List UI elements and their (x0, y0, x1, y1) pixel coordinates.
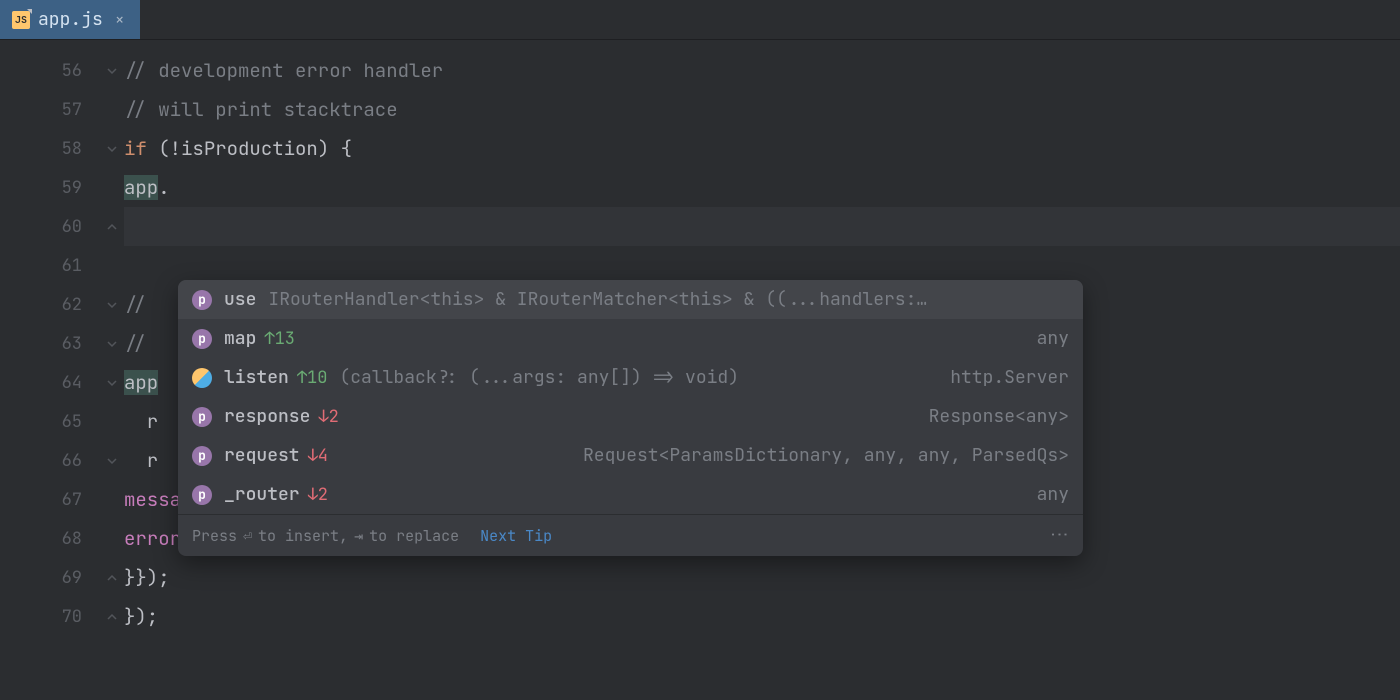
fold-handle[interactable] (100, 597, 124, 636)
line-number: 56 (0, 51, 100, 90)
fold-handle[interactable] (100, 129, 124, 168)
enter-key-icon: ⏎ (243, 527, 252, 545)
code-text: (!isProduction) { (147, 136, 352, 161)
line-number: 62 (0, 285, 100, 324)
code-text: // development error handler (124, 58, 443, 83)
code-text: }); (124, 604, 158, 629)
fold-handle[interactable] (100, 441, 124, 480)
completion-item[interactable]: pmap ↑13 any (178, 319, 1083, 358)
rank-indicator: ↑10 (297, 367, 328, 389)
code-text: }}); (124, 565, 170, 590)
completion-item[interactable]: puse IRouterHandler<this> & IRouterMatche… (178, 280, 1083, 319)
code-text: // will print stacktrace (124, 97, 398, 122)
line-number: 66 (0, 441, 100, 480)
line-number: 58 (0, 129, 100, 168)
line-number: 70 (0, 597, 100, 636)
tab-filename: app.js (38, 8, 103, 31)
current-line-highlight (124, 207, 1400, 246)
completion-name: _router (224, 483, 300, 506)
js-file-icon: JS (12, 11, 30, 29)
fold-handle[interactable] (100, 363, 124, 402)
code-text: app (124, 175, 158, 200)
footer-text: to replace (369, 526, 459, 546)
code-text: error (124, 526, 181, 551)
fold-column (100, 40, 124, 700)
tab-bar: JS app.js × (0, 0, 1400, 40)
fold-handle[interactable] (100, 285, 124, 324)
completion-signature: IRouterHandler<this> & IRouterMatcher<th… (268, 288, 1069, 311)
code-text: if (124, 136, 147, 161)
line-number: 65 (0, 402, 100, 441)
line-number: 61 (0, 246, 100, 285)
method-icon (192, 368, 212, 388)
rank-indicator: ↓2 (308, 484, 328, 506)
completion-item[interactable]: p _router ↓2 any (178, 475, 1083, 514)
close-icon[interactable]: × (111, 9, 129, 30)
line-number: 67 (0, 480, 100, 519)
completion-signature: (callback?: (...args: any[]) => void) (339, 366, 938, 389)
completion-type: any (1037, 327, 1069, 350)
code-text: r (124, 409, 158, 434)
code-editor[interactable]: 56 57 58 59 60 61 62 63 64 65 66 67 68 6… (0, 40, 1400, 700)
fold-handle[interactable] (100, 51, 124, 90)
completion-name: map (224, 327, 256, 350)
property-icon: p (192, 446, 212, 466)
rank-indicator: ↓2 (318, 406, 338, 428)
completion-name: listen (224, 366, 289, 389)
line-number: 69 (0, 558, 100, 597)
property-icon: p (192, 485, 212, 505)
completion-item[interactable]: listen ↑10 (callback?: (...args: any[]) =>… (178, 358, 1083, 397)
fold-handle[interactable] (100, 207, 124, 246)
line-number: 64 (0, 363, 100, 402)
property-icon: p (192, 329, 212, 349)
line-number: 63 (0, 324, 100, 363)
footer-text: to insert, (258, 526, 348, 546)
tab-key-icon: ⇥ (354, 527, 363, 545)
rank-indicator: ↑13 (264, 328, 295, 350)
completion-type: http.Server (950, 366, 1069, 389)
rank-indicator: ↓4 (308, 445, 328, 467)
line-number: 60 (0, 207, 100, 246)
footer-text: Press (192, 526, 237, 546)
completion-item[interactable]: p response ↓2 Response<any> (178, 397, 1083, 436)
completion-footer: Press ⏎ to insert, ⇥ to replace Next Tip… (178, 514, 1083, 556)
completion-name: use (224, 288, 256, 311)
line-number: 57 (0, 90, 100, 129)
code-text: // (124, 331, 158, 356)
property-icon: p (192, 290, 212, 310)
next-tip-link[interactable]: Next Tip (480, 526, 552, 546)
completion-type: Request<ParamsDictionary, any, any, Pars… (583, 444, 1069, 467)
line-number: 68 (0, 519, 100, 558)
completion-item[interactable]: p request ↓4 Request<ParamsDictionary, any,… (178, 436, 1083, 475)
fold-handle[interactable] (100, 324, 124, 363)
fold-handle[interactable] (100, 558, 124, 597)
line-number-gutter: 56 57 58 59 60 61 62 63 64 65 66 67 68 6… (0, 40, 100, 700)
code-completion-popup: puseIRouterHandler<this> & IRouterMatche… (178, 280, 1083, 556)
completion-name: response (224, 405, 310, 428)
code-text: // (124, 292, 158, 317)
completion-type: any (1037, 483, 1069, 506)
code-text: r (124, 448, 158, 473)
code-text: . (158, 175, 169, 200)
code-text: app (124, 370, 158, 395)
line-number: 59 (0, 168, 100, 207)
more-options-icon[interactable]: ⋮ (1048, 526, 1071, 546)
completion-name: request (224, 444, 300, 467)
completion-type: Response<any> (929, 405, 1069, 428)
file-tab-appjs[interactable]: JS app.js × (0, 0, 140, 39)
property-icon: p (192, 407, 212, 427)
